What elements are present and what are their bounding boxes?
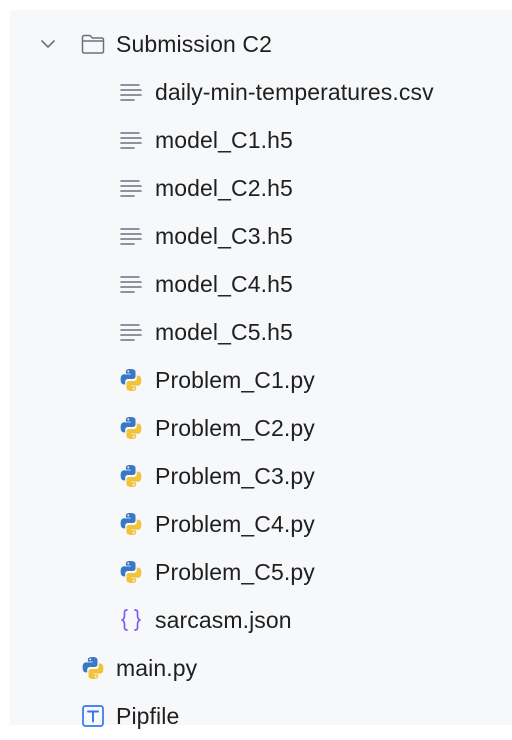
file-row[interactable]: model_C4.h5 — [10, 260, 512, 308]
text-file-icon — [118, 223, 144, 249]
text-file-icon — [118, 319, 144, 345]
python-file-icon — [118, 367, 144, 393]
file-row[interactable]: Problem_C5.py — [10, 548, 512, 596]
folder-name: Submission C2 — [116, 30, 272, 57]
project-tree-panel: Submission C2 daily-min-temperatures.csv… — [10, 10, 512, 729]
file-name: Problem_C5.py — [155, 558, 315, 585]
text-file-icon — [118, 271, 144, 297]
text-file-icon — [118, 79, 144, 105]
python-file-icon — [118, 463, 144, 489]
file-row[interactable]: daily-min-temperatures.csv — [10, 68, 512, 116]
file-row[interactable]: Problem_C3.py — [10, 452, 512, 500]
file-row[interactable]: sarcasm.json — [10, 596, 512, 644]
python-file-icon — [118, 415, 144, 441]
file-name: main.py — [116, 654, 198, 681]
file-row[interactable]: main.py — [10, 644, 512, 692]
text-file-icon — [118, 127, 144, 153]
python-file-icon — [118, 559, 144, 585]
file-name: model_C3.h5 — [155, 222, 293, 249]
file-row[interactable]: Problem_C4.py — [10, 500, 512, 548]
file-row[interactable]: model_C5.h5 — [10, 308, 512, 356]
pipfile-icon — [80, 703, 106, 729]
file-name: Problem_C2.py — [155, 414, 315, 441]
text-file-icon — [118, 175, 144, 201]
file-name: model_C5.h5 — [155, 318, 293, 345]
file-name: sarcasm.json — [155, 606, 292, 633]
folder-row-submission-c2[interactable]: Submission C2 — [10, 20, 512, 68]
file-row[interactable]: model_C1.h5 — [10, 116, 512, 164]
python-file-icon — [118, 511, 144, 537]
file-name: Problem_C4.py — [155, 510, 315, 537]
folder-icon — [80, 31, 106, 57]
file-row[interactable]: model_C3.h5 — [10, 212, 512, 260]
file-row[interactable]: model_C2.h5 — [10, 164, 512, 212]
file-name: model_C1.h5 — [155, 126, 293, 153]
file-name: model_C4.h5 — [155, 270, 293, 297]
file-name: Problem_C1.py — [155, 366, 315, 393]
chevron-down-icon[interactable] — [38, 34, 58, 54]
file-row[interactable]: Problem_C1.py — [10, 356, 512, 404]
file-name: Pipfile — [116, 702, 180, 729]
file-name: daily-min-temperatures.csv — [155, 78, 434, 105]
file-row[interactable]: Pipfile — [10, 692, 512, 740]
json-file-icon — [118, 607, 144, 633]
file-name: Problem_C3.py — [155, 462, 315, 489]
python-file-icon — [80, 655, 106, 681]
file-row[interactable]: Problem_C2.py — [10, 404, 512, 452]
file-name: model_C2.h5 — [155, 174, 293, 201]
project-tree: Submission C2 daily-min-temperatures.csv… — [10, 20, 512, 740]
